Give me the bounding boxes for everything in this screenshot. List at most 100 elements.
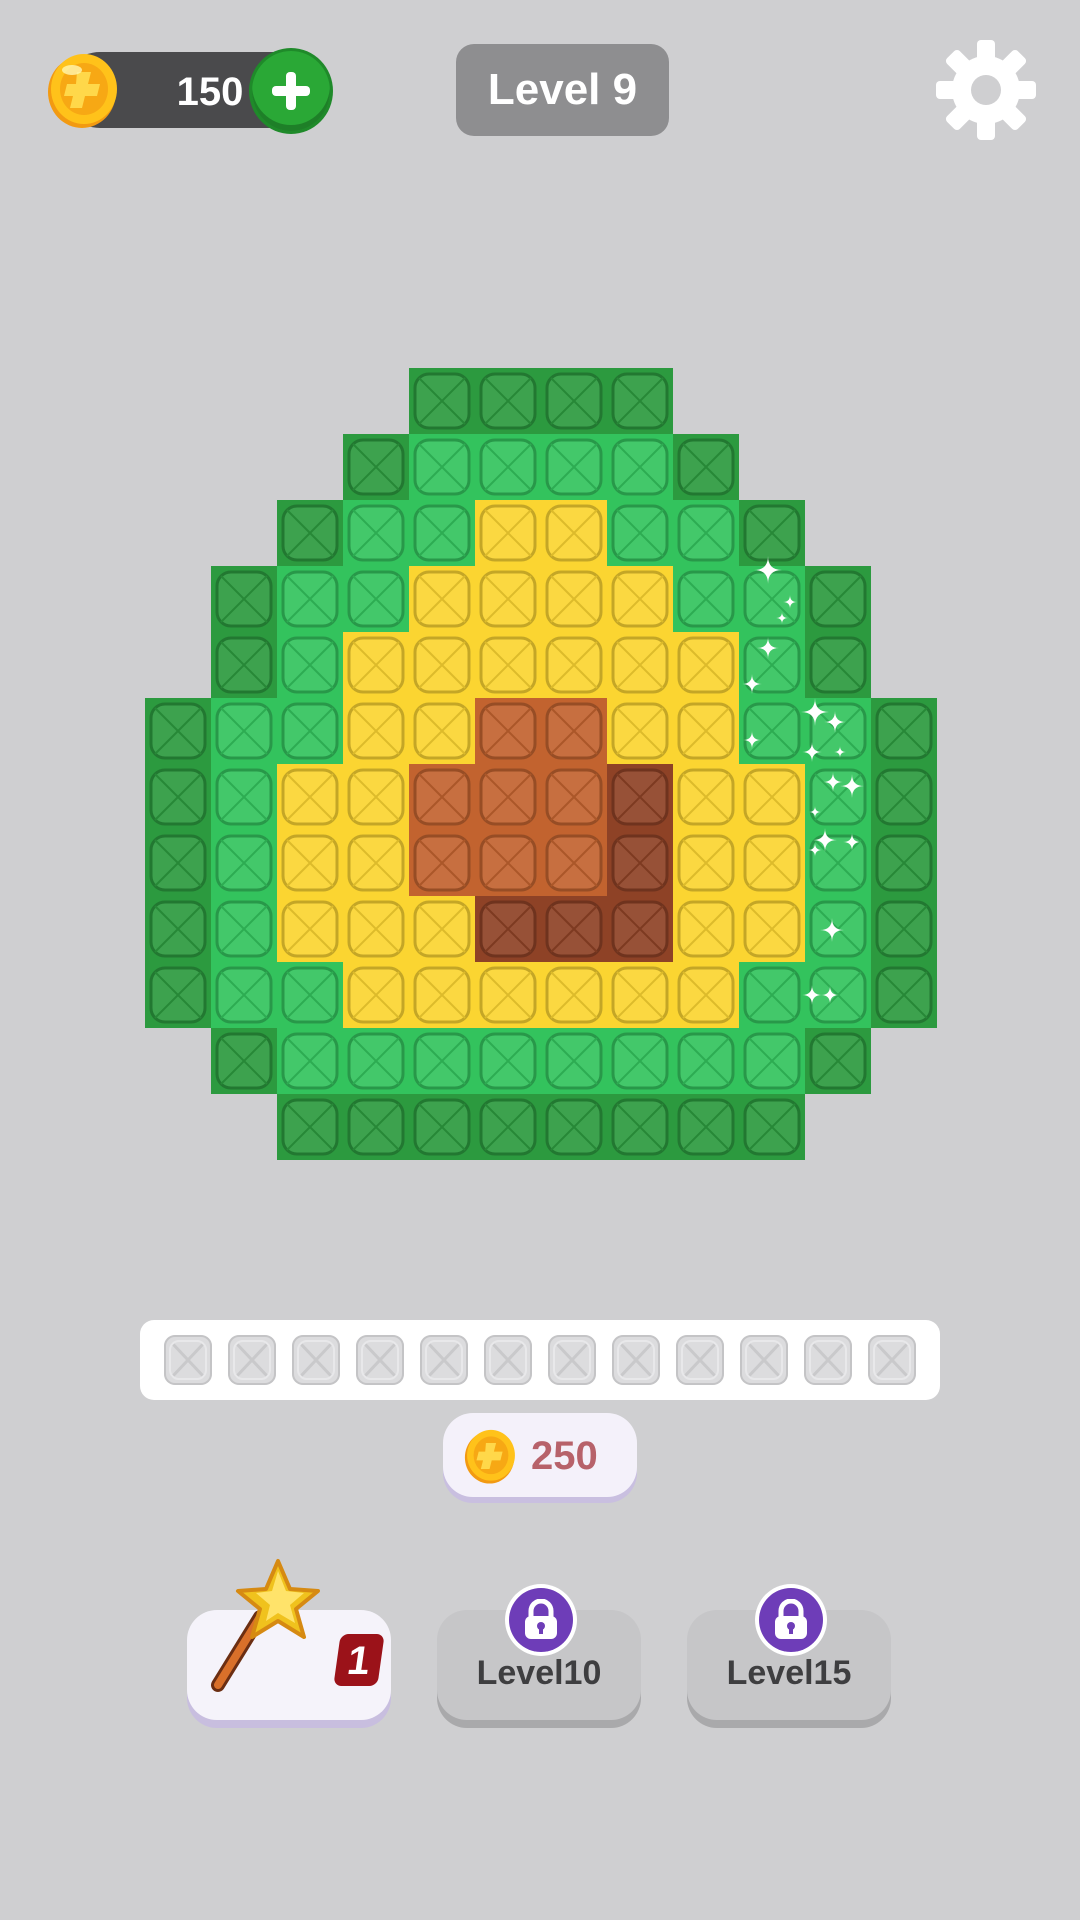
board-cell [343, 632, 409, 698]
board-cell [343, 1028, 409, 1094]
empty-slot [356, 1335, 404, 1385]
board-cell [673, 1028, 739, 1094]
board-cell [607, 500, 673, 566]
board-cell [409, 368, 475, 434]
board-cell [607, 764, 673, 830]
board-cell [673, 962, 739, 1028]
sparkle-icon [823, 772, 843, 792]
board-cell [475, 764, 541, 830]
board-cell [739, 896, 805, 962]
booster-label: Level10 [476, 1654, 602, 1692]
board-cell [541, 1028, 607, 1094]
board-cell [805, 1028, 871, 1094]
board-cell [277, 962, 343, 1028]
board-cell [541, 368, 607, 434]
board-cell [475, 434, 541, 500]
sparkle-icon [802, 742, 822, 762]
board-cell [277, 1028, 343, 1094]
level-indicator: Level 9 [456, 44, 669, 136]
board-cell [343, 434, 409, 500]
empty-slot-x-icon [169, 1340, 207, 1380]
board-cell [211, 566, 277, 632]
board-cell [475, 1094, 541, 1160]
board-cell [475, 896, 541, 962]
empty-slot-x-icon [425, 1340, 463, 1380]
empty-slot-x-icon [745, 1340, 783, 1380]
board-cell [541, 1094, 607, 1160]
sparkle-icon [742, 674, 762, 694]
board-cell [409, 896, 475, 962]
sparkle-icon [808, 843, 822, 857]
board-cell [739, 764, 805, 830]
board-cell [277, 566, 343, 632]
board-cell [871, 830, 937, 896]
board-cell [541, 896, 607, 962]
board-cell [211, 962, 277, 1028]
sparkle-icon [840, 774, 864, 798]
empty-slot-x-icon [809, 1340, 847, 1380]
board-cell [673, 632, 739, 698]
level15-locked-booster: Level15 [687, 1588, 891, 1720]
board-cell [871, 698, 937, 764]
add-coins-button[interactable] [252, 51, 330, 131]
board-cell [541, 500, 607, 566]
board-cell [343, 698, 409, 764]
board-cell [805, 896, 871, 962]
sparkle-icon [820, 918, 844, 942]
sparkle-icon [843, 833, 861, 851]
level-reward: 250 [443, 1413, 637, 1497]
board-cell [673, 566, 739, 632]
board-cell [607, 1028, 673, 1094]
settings-button[interactable] [934, 38, 1038, 142]
board-cell [805, 632, 871, 698]
board-cell [739, 500, 805, 566]
sparkle-icon [809, 806, 821, 818]
coin-icon [464, 1429, 515, 1484]
board-cell [607, 434, 673, 500]
board-cell [673, 698, 739, 764]
board-cell [673, 434, 739, 500]
empty-slot-x-icon [617, 1340, 655, 1380]
empty-slot-x-icon [233, 1340, 271, 1380]
empty-slot [420, 1335, 468, 1385]
sparkle-icon [802, 985, 822, 1005]
board-cell [409, 830, 475, 896]
lock-badge [759, 1588, 823, 1652]
board-cell [343, 566, 409, 632]
board-cell [211, 896, 277, 962]
board-cell [475, 500, 541, 566]
board-cell [409, 632, 475, 698]
magic-wand-count-badge: 1 [333, 1634, 385, 1686]
board-cell [805, 566, 871, 632]
board-cell [871, 962, 937, 1028]
sparkle-icon [824, 711, 846, 733]
board-cell [211, 632, 277, 698]
board-cell [607, 368, 673, 434]
board-cell [211, 764, 277, 830]
board-cell [673, 500, 739, 566]
board-cell [145, 896, 211, 962]
board-cell [145, 698, 211, 764]
empty-slot [612, 1335, 660, 1385]
board-cell [475, 632, 541, 698]
board-cell [475, 830, 541, 896]
board-cell [409, 698, 475, 764]
board-cell [541, 962, 607, 1028]
board-cell [673, 830, 739, 896]
reward-amount: 250 [531, 1434, 598, 1478]
board-cell [145, 764, 211, 830]
empty-slot-x-icon [297, 1340, 335, 1380]
empty-slot-x-icon [361, 1340, 399, 1380]
coin-icon [48, 54, 117, 128]
empty-slot-x-icon [873, 1340, 911, 1380]
sparkle-icon [813, 828, 837, 852]
board-cell [211, 1028, 277, 1094]
board-cell [211, 830, 277, 896]
empty-slot [164, 1335, 212, 1385]
board-cell [343, 896, 409, 962]
empty-slot [868, 1335, 916, 1385]
lock-icon [525, 1599, 557, 1639]
board-cell [475, 962, 541, 1028]
board-cell [607, 566, 673, 632]
empty-slot-x-icon [489, 1340, 527, 1380]
